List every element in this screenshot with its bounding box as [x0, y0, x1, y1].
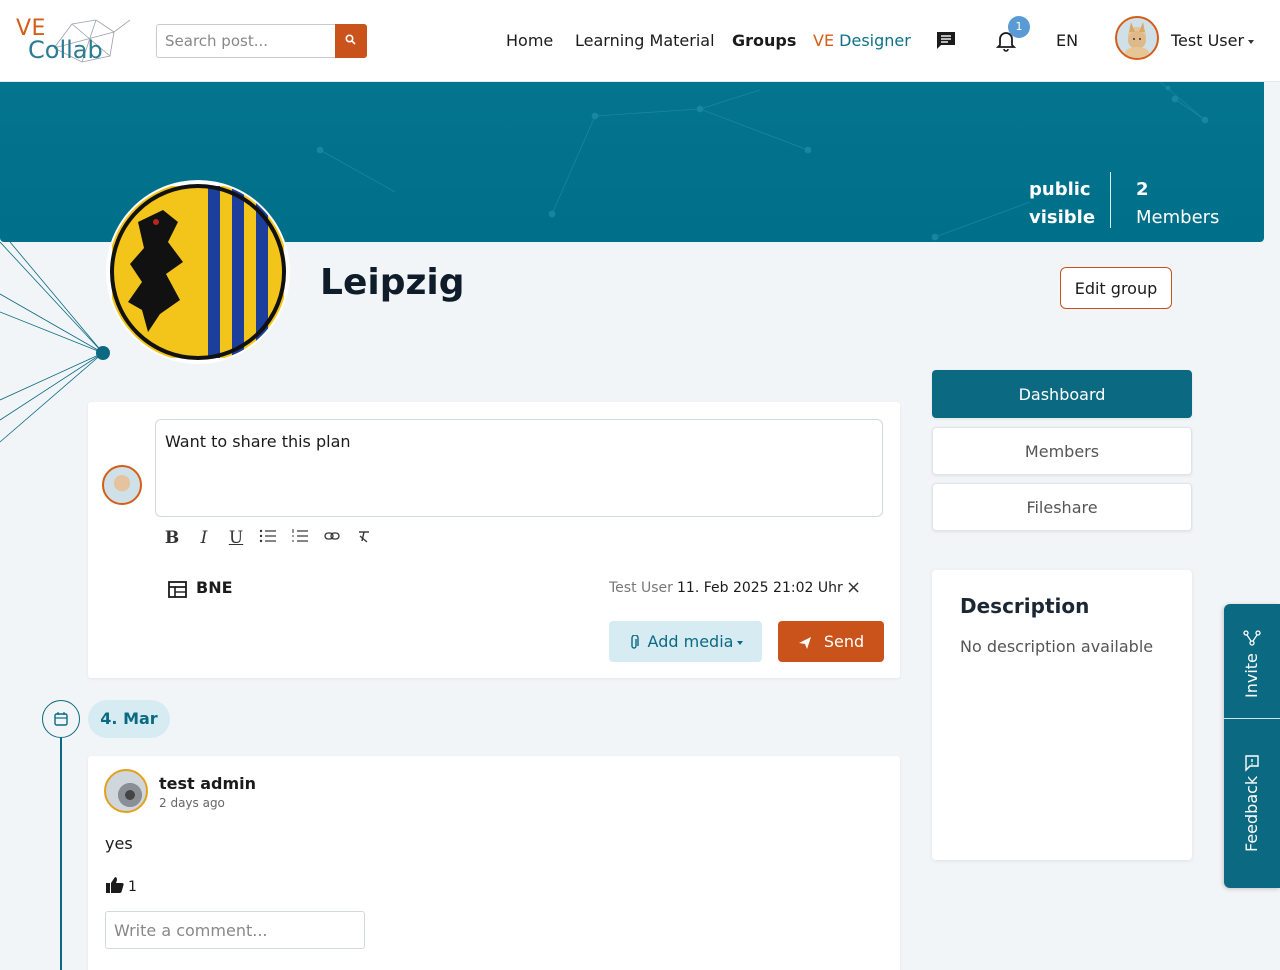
plan-table-icon — [168, 581, 187, 598]
description-card: Description No description available — [932, 570, 1192, 860]
invite-label: Invite — [1242, 653, 1261, 698]
search-button[interactable] — [335, 24, 367, 58]
like-count: 1 — [128, 879, 137, 895]
paperclip-icon — [630, 633, 639, 649]
nav-groups[interactable]: Groups — [732, 31, 796, 50]
plan-author: Test User — [609, 580, 673, 596]
add-media-button[interactable]: Add media — [609, 621, 762, 662]
stat-divider — [1110, 172, 1111, 228]
bold-icon[interactable]: B — [162, 528, 182, 550]
side-tab-divider — [1224, 718, 1280, 719]
nav-learning-material[interactable]: Learning Material — [575, 31, 715, 50]
edit-group-button[interactable]: Edit group — [1060, 267, 1172, 309]
timeline-marker — [42, 700, 80, 738]
share-icon — [1243, 630, 1261, 646]
messages-button[interactable] — [935, 30, 957, 54]
vecollab-logo[interactable]: VE Collab — [14, 16, 131, 66]
visibility-status: public visible — [1029, 176, 1095, 232]
feedback-icon — [1245, 755, 1259, 772]
paper-plane-icon — [798, 636, 811, 649]
post-author-avatar[interactable] — [104, 769, 148, 813]
notification-badge: 1 — [1008, 16, 1030, 38]
nav-home[interactable]: Home — [506, 31, 553, 50]
plan-name[interactable]: BNE — [196, 578, 233, 597]
italic-icon[interactable]: I — [194, 528, 214, 550]
timeline-date: 4. Mar — [88, 700, 170, 738]
tab-members[interactable]: Members — [932, 427, 1192, 475]
group-title: Leipzig — [320, 262, 465, 303]
post-editor[interactable]: Want to share this plan — [155, 419, 883, 517]
caret-down-icon — [737, 640, 744, 645]
send-label: Send — [823, 632, 865, 651]
plan-date: 11. Feb 2025 21:02 Uhr — [677, 580, 843, 596]
member-count-stat: 2 Members — [1136, 176, 1219, 232]
bullet-list-icon[interactable] — [258, 528, 278, 550]
search-icon — [345, 33, 356, 45]
send-button[interactable]: Send — [778, 621, 884, 662]
tab-fileshare[interactable]: Fileshare — [932, 483, 1192, 531]
search-input[interactable] — [156, 24, 336, 58]
nav-ve-designer-label: Designer — [839, 31, 911, 50]
calendar-icon — [54, 712, 68, 726]
underline-icon[interactable]: U — [226, 528, 246, 550]
description-text: No description available — [960, 637, 1154, 656]
user-menu[interactable]: Test User — [1171, 31, 1255, 50]
attached-plan: BNE Test User 11. Feb 2025 21:02 Uhr × — [166, 577, 886, 602]
visibility-line-public: public — [1029, 179, 1091, 200]
thumbs-up-icon[interactable] — [105, 876, 125, 894]
tab-dashboard[interactable]: Dashboard — [932, 370, 1192, 418]
user-avatar[interactable] — [1115, 16, 1159, 60]
post-composer: Want to share this plan B I U BNE Test U… — [88, 402, 900, 678]
feedback-label: Feedback — [1242, 775, 1261, 852]
post-timestamp: 2 days ago — [159, 796, 225, 810]
post-body: yes — [105, 834, 133, 853]
language-switch[interactable]: EN — [1056, 31, 1078, 50]
add-media-label: Add media — [647, 632, 734, 651]
leipzig-coat-of-arms-image — [110, 184, 286, 360]
side-action-tab: Invite Feedback — [1224, 604, 1280, 888]
nav-ve-designer[interactable]: VE Designer — [813, 31, 911, 50]
caret-down-icon — [1248, 39, 1255, 44]
member-count-label: Members — [1136, 207, 1220, 228]
clear-format-icon[interactable] — [354, 528, 374, 550]
post-author[interactable]: test admin — [159, 774, 256, 793]
top-navigation-bar: VE Collab Home Learning Material Groups … — [0, 0, 1280, 82]
user-name-label: Test User — [1171, 31, 1245, 50]
description-title: Description — [960, 594, 1090, 618]
composer-avatar — [102, 465, 142, 505]
timeline-line — [60, 738, 62, 970]
logo-collab-text: Collab — [28, 36, 103, 64]
link-icon[interactable] — [322, 528, 342, 550]
group-post: test admin 2 days ago yes 1 — [88, 756, 900, 970]
fox-avatar-image — [1125, 22, 1149, 58]
comment-input[interactable] — [105, 911, 365, 949]
remove-plan-icon[interactable]: × — [846, 577, 861, 598]
chat-icon — [937, 32, 955, 49]
member-count: 2 — [1136, 179, 1149, 200]
group-avatar — [108, 182, 288, 362]
visibility-line-visible: visible — [1029, 207, 1096, 228]
nav-ve-designer-prefix: VE — [813, 31, 835, 50]
numbered-list-icon[interactable] — [290, 528, 310, 550]
post-search — [156, 24, 368, 58]
